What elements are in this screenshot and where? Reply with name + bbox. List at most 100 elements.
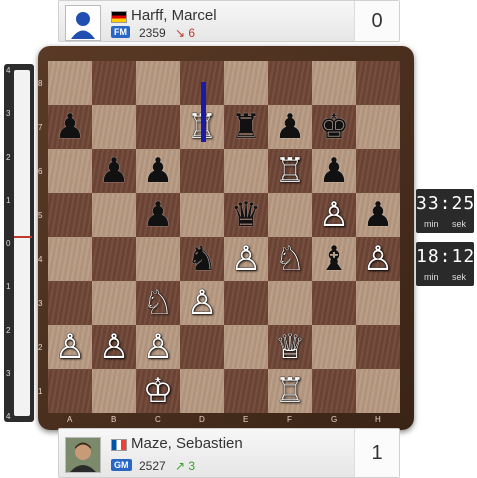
clock-sek-label: sek [452, 219, 467, 229]
file-label: C [155, 415, 161, 424]
black-king-icon[interactable]: ♚ [312, 105, 356, 149]
white-knight-icon[interactable]: ♘ [268, 237, 312, 281]
white-pawn-icon[interactable]: ♙ [48, 325, 92, 369]
white-pawn-icon[interactable]: ♙ [92, 325, 136, 369]
eval-tick-label: 1 [6, 282, 11, 292]
square-h8[interactable] [356, 61, 400, 105]
square-f8[interactable] [268, 61, 312, 105]
square-b1[interactable] [92, 369, 136, 413]
black-pawn-icon[interactable]: ♟ [356, 193, 400, 237]
clock-time: 18:12 [416, 246, 476, 267]
white-knight-icon[interactable]: ♘ [136, 281, 180, 325]
eval-tick-label: 2 [6, 152, 11, 162]
eval-tick-label: 1 [6, 195, 11, 205]
square-b4[interactable] [92, 237, 136, 281]
white-pawn-icon[interactable]: ♙ [312, 193, 356, 237]
square-d6[interactable] [180, 149, 224, 193]
user-silhouette-icon [71, 12, 95, 39]
rating-change: ↗ 3 [175, 459, 196, 473]
germany-flag-icon [111, 11, 127, 23]
white-pawn-icon[interactable]: ♙ [136, 325, 180, 369]
top-clock: 33:25 min sek [416, 189, 474, 233]
eval-tick-label: 2 [6, 325, 11, 335]
black-pawn-icon[interactable]: ♟ [136, 149, 180, 193]
rank-label: 5 [38, 211, 43, 220]
france-flag-icon [111, 439, 127, 451]
square-a8[interactable] [48, 61, 92, 105]
rank-label: 4 [38, 255, 43, 264]
bottom-clock: 18:12 min sek [416, 242, 474, 286]
square-a6[interactable] [48, 149, 92, 193]
square-f5[interactable] [268, 193, 312, 237]
rank-label: 8 [38, 79, 43, 88]
black-knight-icon[interactable]: ♞ [180, 237, 224, 281]
square-h1[interactable] [356, 369, 400, 413]
white-pawn-icon[interactable]: ♙ [180, 281, 224, 325]
eval-tick-label: 0 [6, 239, 11, 248]
square-c4[interactable] [136, 237, 180, 281]
file-label: H [375, 415, 381, 424]
clock-time: 33:25 [416, 193, 476, 214]
square-d5[interactable] [180, 193, 224, 237]
square-b7[interactable] [92, 105, 136, 149]
evaluation-bar: 4 3 2 1 0 1 2 3 4 [4, 64, 34, 422]
square-a1[interactable] [48, 369, 92, 413]
square-c8[interactable] [136, 61, 180, 105]
bottom-player-panel: Maze, Sebastien GM 2527 ↗ 3 1 [58, 428, 400, 478]
white-rook-icon[interactable]: ♖ [268, 149, 312, 193]
square-e8[interactable] [224, 61, 268, 105]
top-player-panel: Harff, Marcel FM 2359 ↘ 6 0 [58, 0, 400, 42]
square-h6[interactable] [356, 149, 400, 193]
square-e2[interactable] [224, 325, 268, 369]
square-d2[interactable] [180, 325, 224, 369]
square-b3[interactable] [92, 281, 136, 325]
player-score: 0 [354, 1, 399, 41]
square-b8[interactable] [92, 61, 136, 105]
black-pawn-icon[interactable]: ♟ [48, 105, 92, 149]
square-c7[interactable] [136, 105, 180, 149]
square-d1[interactable] [180, 369, 224, 413]
file-label: E [243, 415, 249, 424]
square-e3[interactable] [224, 281, 268, 325]
rank-label: 7 [38, 123, 43, 132]
square-a4[interactable] [48, 237, 92, 281]
clock-min-label: min [424, 272, 439, 282]
rating-change: ↘ 6 [175, 26, 196, 40]
white-king-icon[interactable]: ♔ [136, 369, 180, 413]
white-rook-icon[interactable]: ♖ [268, 369, 312, 413]
black-pawn-icon[interactable]: ♟ [92, 149, 136, 193]
square-g3[interactable] [312, 281, 356, 325]
square-h3[interactable] [356, 281, 400, 325]
file-label: D [199, 415, 205, 424]
black-queen-icon[interactable]: ♛ [224, 193, 268, 237]
black-pawn-icon[interactable]: ♟ [312, 149, 356, 193]
square-h7[interactable] [356, 105, 400, 149]
square-e1[interactable] [224, 369, 268, 413]
square-a5[interactable] [48, 193, 92, 237]
player-photo-icon [66, 438, 100, 472]
black-bishop-icon[interactable]: ♝ [312, 237, 356, 281]
eval-tick-label: 3 [6, 368, 11, 378]
square-b5[interactable] [92, 193, 136, 237]
square-g8[interactable] [312, 61, 356, 105]
rank-label: 3 [38, 299, 43, 308]
square-g2[interactable] [312, 325, 356, 369]
file-label: G [331, 415, 338, 424]
square-f3[interactable] [268, 281, 312, 325]
black-pawn-icon[interactable]: ♟ [136, 193, 180, 237]
evaluation-zero-marker [14, 236, 32, 238]
evaluation-track [14, 70, 30, 416]
white-pawn-icon[interactable]: ♙ [224, 237, 268, 281]
white-queen-icon[interactable]: ♕ [268, 325, 312, 369]
white-pawn-icon[interactable]: ♙ [356, 237, 400, 281]
rank-label: 2 [38, 343, 43, 352]
black-pawn-icon[interactable]: ♟ [268, 105, 312, 149]
square-h2[interactable] [356, 325, 400, 369]
player-name[interactable]: Harff, Marcel [131, 7, 217, 24]
square-g1[interactable] [312, 369, 356, 413]
chess-board[interactable]: 87654321ABCDEFGH♟♖♜♟♚♟♟♖♟♟♛♙♟♞♙♘♝♙♘♙♙♙♙♕… [38, 61, 400, 424]
square-a3[interactable] [48, 281, 92, 325]
black-rook-icon[interactable]: ♜ [224, 105, 268, 149]
square-e6[interactable] [224, 149, 268, 193]
player-name[interactable]: Maze, Sebastien [131, 435, 243, 452]
